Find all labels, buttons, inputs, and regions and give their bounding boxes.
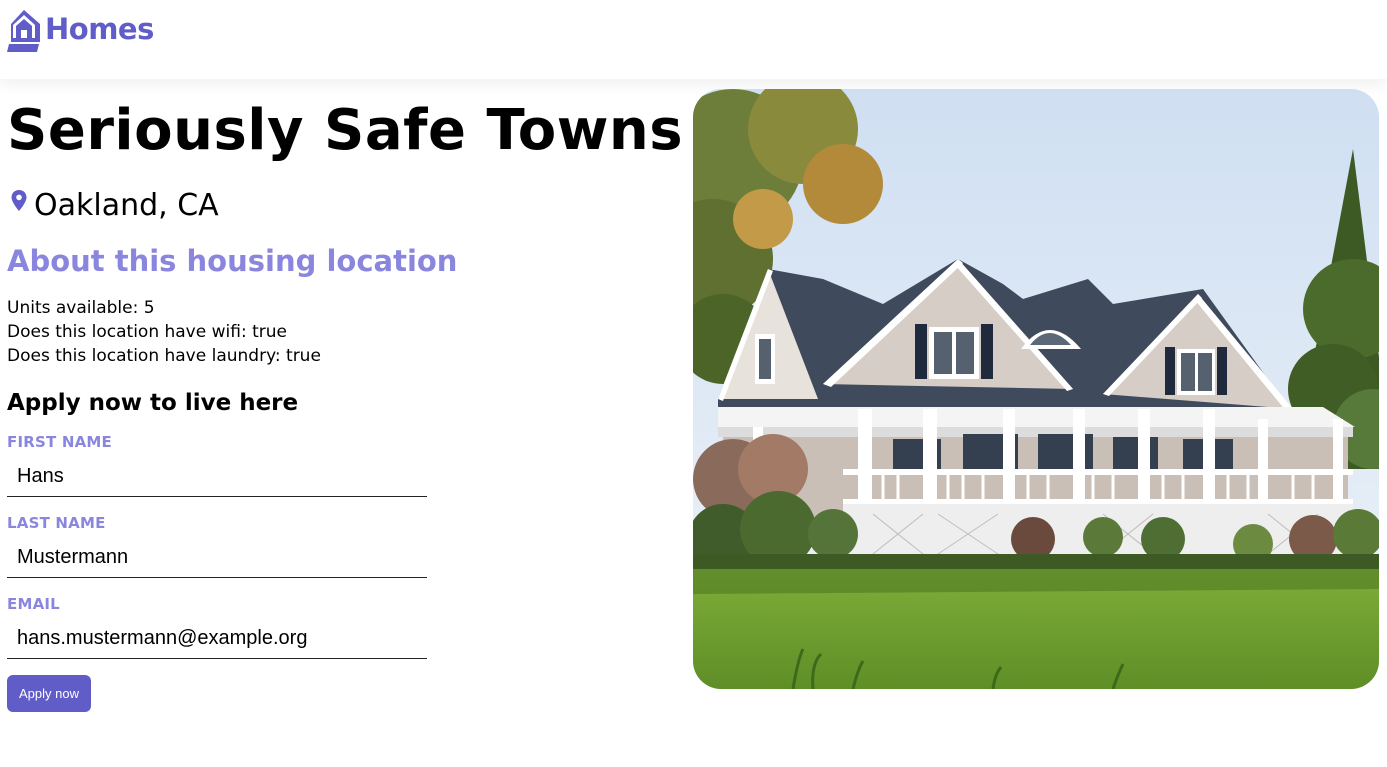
top-header: Homes [0, 0, 1387, 79]
last-name-input[interactable] [7, 538, 427, 578]
email-input[interactable] [7, 619, 427, 659]
house-illustration [693, 89, 1379, 689]
brand-name: Homes [45, 12, 154, 46]
last-name-label: LAST NAME [7, 514, 106, 532]
units-available: Units available: 5 [7, 298, 155, 318]
listing-title: Seriously Safe Towns [7, 98, 684, 163]
apply-heading: Apply now to live here [7, 390, 299, 416]
listing-location: Oakland, CA [10, 188, 219, 224]
location-pin-icon [11, 190, 27, 211]
house-icon [7, 10, 40, 52]
apply-now-button[interactable]: Apply now [7, 675, 91, 712]
wifi-availability: Does this location have wifi: true [7, 322, 287, 342]
house-photo [693, 89, 1379, 689]
location-text: Oakland, CA [34, 188, 219, 223]
feature-list: Units available: 5 Does this location ha… [7, 296, 321, 368]
brand-home-link[interactable]: Homes [7, 8, 154, 52]
about-heading: About this housing location [7, 244, 458, 278]
laundry-availability: Does this location have laundry: true [7, 346, 321, 366]
first-name-label: FIRST NAME [7, 433, 112, 451]
first-name-input[interactable] [7, 457, 427, 497]
email-label: EMAIL [7, 595, 60, 613]
